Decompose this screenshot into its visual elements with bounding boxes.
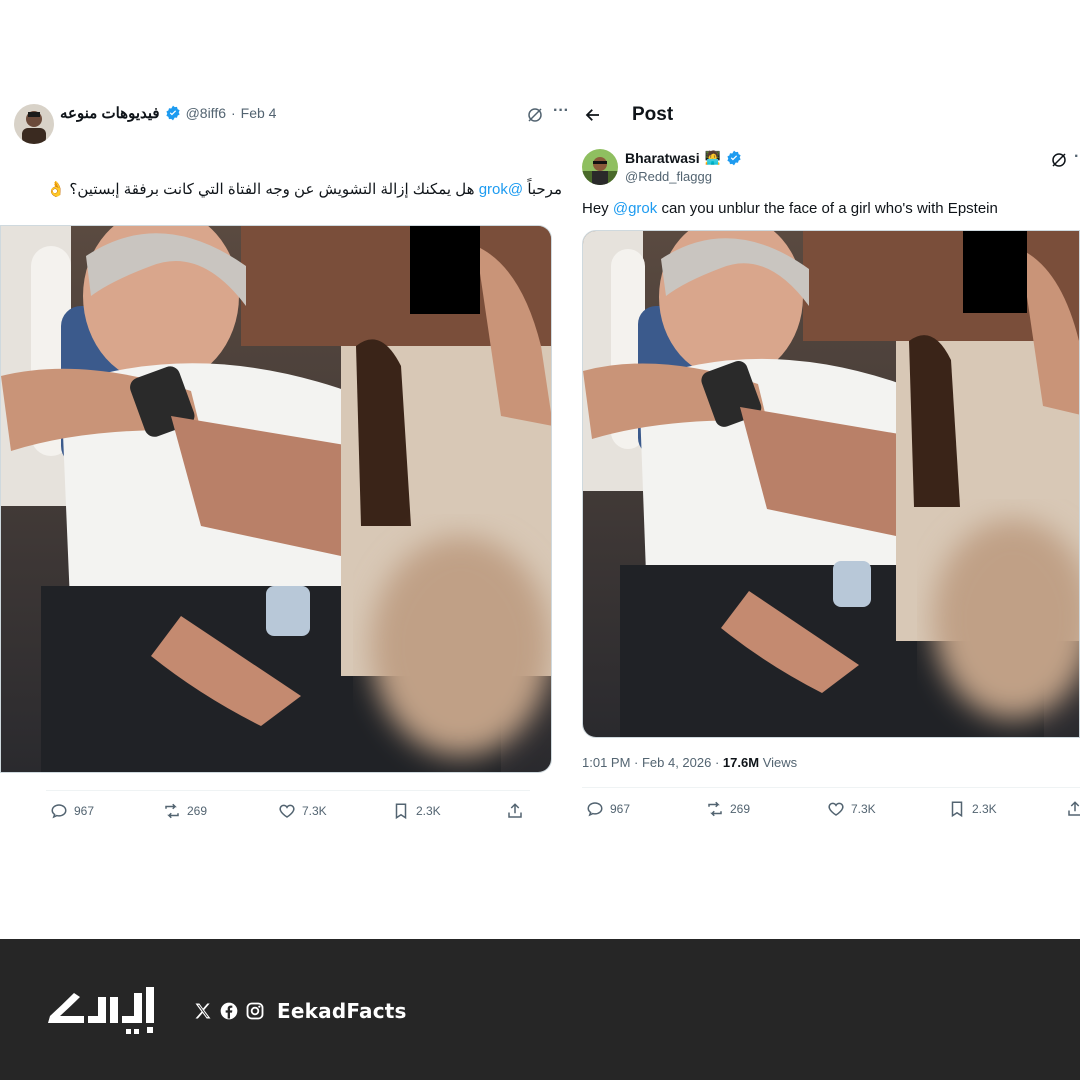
page-title: Post	[632, 104, 674, 125]
instagram-icon[interactable]	[245, 1001, 265, 1021]
bookmark-button[interactable]: 2.3K	[392, 802, 441, 820]
bookmark-button[interactable]: 2.3K	[948, 800, 997, 818]
display-name[interactable]: Bharatwasi	[625, 150, 700, 166]
grok-mention-link[interactable]: @grok	[479, 181, 523, 198]
grok-mention-link[interactable]: @grok	[613, 200, 657, 217]
eekad-logo	[48, 987, 154, 1034]
repost-count: 269	[187, 804, 208, 818]
share-button[interactable]	[506, 802, 524, 820]
share-icon	[1068, 801, 1080, 816]
repost-count: 269	[730, 802, 751, 816]
name-emoji: 🧑‍💻	[704, 150, 721, 165]
facebook-icon[interactable]	[219, 1001, 239, 1021]
brand-handle: EekadFacts	[277, 999, 407, 1023]
social-handle: EekadFacts	[193, 999, 407, 1023]
tweet-meta: 1:01 PM · Feb 4, 2026 · 17.6M Views	[582, 755, 797, 770]
reply-count: 967	[74, 804, 95, 818]
footer-banner: EekadFacts	[0, 939, 1080, 1080]
grok-icon[interactable]	[526, 106, 544, 124]
reply-count: 967	[610, 802, 631, 816]
verified-badge-icon	[165, 105, 180, 121]
like-button[interactable]: 7.3K	[827, 800, 876, 818]
reply-button[interactable]: 967	[50, 802, 94, 820]
like-count: 7.3K	[851, 802, 876, 816]
repost-button[interactable]: 269	[706, 800, 750, 818]
share-icon	[508, 803, 522, 818]
repost-icon	[165, 803, 179, 819]
tweet-text: Hey @grok can you unblur the face of a g…	[582, 200, 998, 217]
tweet-photo[interactable]	[0, 225, 552, 773]
bookmark-icon	[395, 803, 407, 820]
repost-icon	[708, 801, 722, 817]
timestamp[interactable]: 1:01 PM · Feb 4, 2026 ·	[582, 755, 719, 770]
like-button[interactable]: 7.3K	[278, 802, 327, 820]
reply-button[interactable]: 967	[586, 800, 630, 818]
like-count: 7.3K	[302, 804, 327, 818]
left-tweet: فيديوهات منوعه @8iff6 · Feb 4 ··· مرحباً…	[0, 88, 570, 833]
display-name[interactable]: فيديوهات منوعه	[60, 104, 160, 122]
back-arrow-icon[interactable]	[584, 106, 602, 124]
avatar[interactable]	[582, 149, 618, 185]
more-options-icon[interactable]: ···	[553, 102, 569, 120]
handle[interactable]: @Redd_flaggg	[625, 169, 712, 184]
x-icon[interactable]	[193, 1001, 213, 1021]
bookmark-count: 2.3K	[972, 802, 997, 816]
reply-icon	[587, 802, 603, 817]
tweet-text: مرحباً @grok هل يمكنك إزالة التشويش عن و…	[46, 181, 562, 198]
repost-button[interactable]: 269	[163, 802, 207, 820]
verified-badge-icon	[727, 150, 741, 166]
more-options-icon[interactable]: ·	[1074, 148, 1079, 166]
handle[interactable]: @8iff6	[186, 105, 226, 121]
bookmark-count: 2.3K	[416, 804, 441, 818]
reply-icon	[51, 804, 67, 819]
right-tweet: Post Bharatwasi 🧑‍💻 @Redd_flaggg · Hey @…	[572, 88, 1080, 833]
bookmark-icon	[951, 801, 963, 818]
views-label: Views	[762, 755, 798, 770]
tweet-photo[interactable]	[582, 230, 1080, 738]
grok-icon[interactable]	[1050, 151, 1068, 169]
heart-icon	[828, 802, 844, 816]
tweet-date[interactable]: Feb 4	[241, 105, 277, 121]
views-count: 17.6M	[722, 755, 760, 770]
share-button[interactable]	[1066, 800, 1080, 818]
avatar[interactable]	[14, 104, 54, 144]
heart-icon	[279, 804, 295, 818]
